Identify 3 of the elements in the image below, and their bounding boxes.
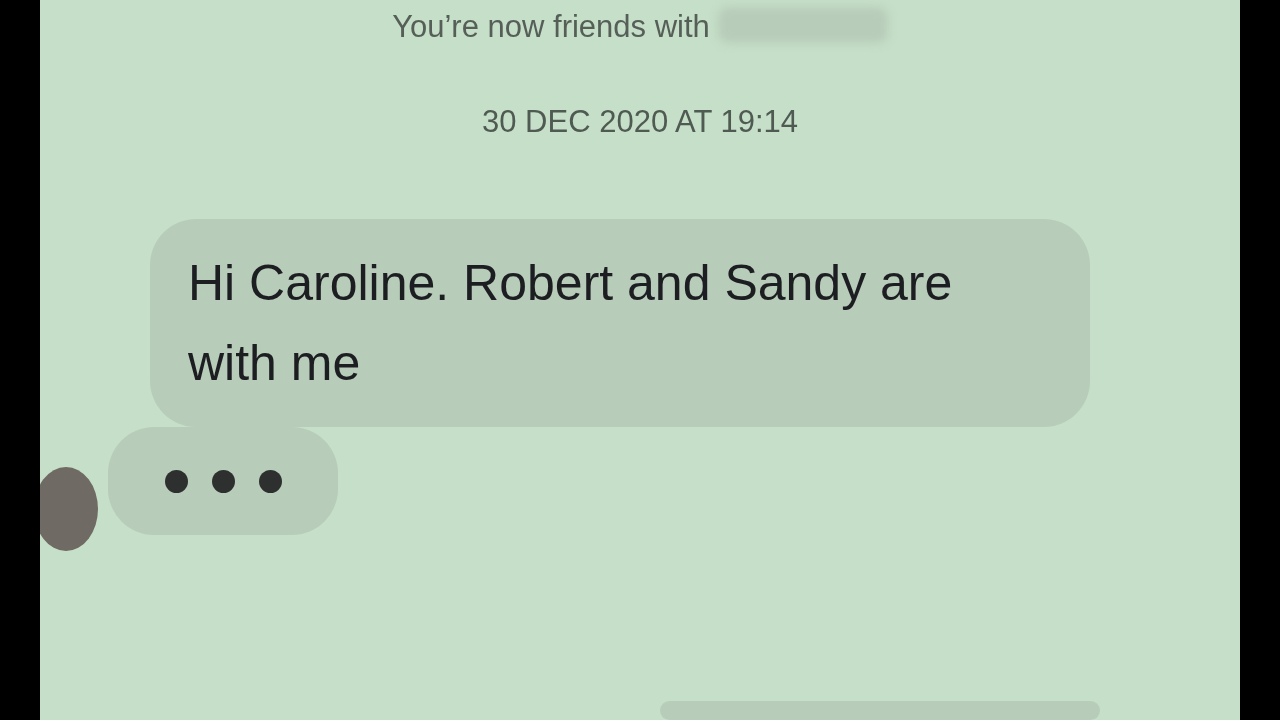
friends-notice: You’re now friends with — [392, 8, 710, 46]
message-bubble: Hi Caroline. Robert and Sandy are with me — [150, 219, 1090, 427]
timestamp: 30 DEC 2020 AT 19:14 — [481, 102, 799, 141]
